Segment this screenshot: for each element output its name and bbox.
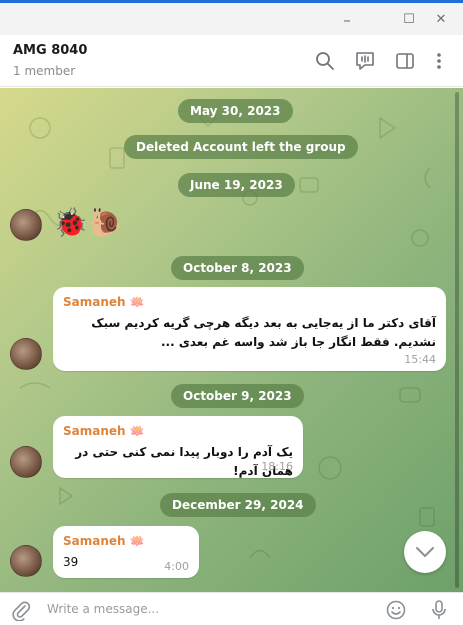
message-composer: Write a message...	[0, 592, 463, 625]
avatar[interactable]	[10, 545, 42, 577]
member-count: 1 member	[13, 64, 76, 78]
date-separator: December 29, 2024	[160, 493, 316, 517]
date-separator: October 9, 2023	[171, 384, 304, 408]
emoji-icon[interactable]	[385, 599, 407, 625]
voice-chat-icon[interactable]	[354, 50, 376, 72]
message-sender[interactable]: Samaneh 🪷	[63, 295, 145, 309]
scroll-to-bottom-button[interactable]	[404, 531, 446, 573]
message-sender[interactable]: Samaneh 🪷	[63, 534, 145, 548]
message-time: 18:16	[261, 460, 293, 473]
service-message: Deleted Account left the group	[124, 135, 358, 159]
chat-scrollbar[interactable]	[455, 92, 459, 588]
avatar[interactable]	[10, 446, 42, 478]
microphone-icon[interactable]	[428, 599, 450, 625]
chevron-down-icon	[416, 547, 434, 557]
chat-title[interactable]: AMG 8040	[13, 43, 87, 58]
date-separator: June 19, 2023	[178, 173, 295, 197]
message-text: 39	[63, 555, 79, 569]
date-separator: October 8, 2023	[171, 256, 304, 280]
more-icon[interactable]	[428, 50, 450, 72]
date-separator: May 30, 2023	[178, 99, 293, 123]
message-time: 15:44	[404, 353, 436, 366]
chat-history[interactable]: May 30, 2023 Deleted Account left the gr…	[0, 88, 463, 592]
avatar[interactable]	[10, 338, 42, 370]
message-input[interactable]: Write a message...	[47, 602, 159, 616]
close-button[interactable]: ✕	[432, 11, 450, 29]
attach-icon[interactable]	[10, 599, 32, 625]
message-bubble[interactable]: Samaneh 🪷 آقای دکتر ما از یه‌جایی به بعد…	[53, 287, 446, 371]
message-text: آقای دکتر ما از یه‌جایی به بعد دیگه هرچی…	[91, 316, 436, 349]
maximize-button[interactable]: ☐	[400, 11, 418, 29]
window-titlebar: – ☐ ✕	[0, 0, 463, 35]
message-text: یک آدم را دوبار پیدا نمی کنی حتی در همان…	[75, 445, 293, 478]
message-sender[interactable]: Samaneh 🪷	[63, 424, 145, 438]
avatar[interactable]	[10, 209, 42, 241]
message-bubble[interactable]: Samaneh 🪷 یک آدم را دوبار پیدا نمی کنی ح…	[53, 416, 303, 478]
chat-header: AMG 8040 1 member	[0, 35, 463, 87]
minimize-button[interactable]: –	[338, 11, 356, 29]
sidebar-toggle-icon[interactable]	[394, 50, 416, 72]
sticker-message[interactable]: 🐞🐌	[53, 205, 123, 241]
message-bubble[interactable]: Samaneh 🪷 39 4:00	[53, 526, 199, 578]
search-icon[interactable]	[314, 50, 336, 72]
message-time: 4:00	[164, 560, 189, 573]
